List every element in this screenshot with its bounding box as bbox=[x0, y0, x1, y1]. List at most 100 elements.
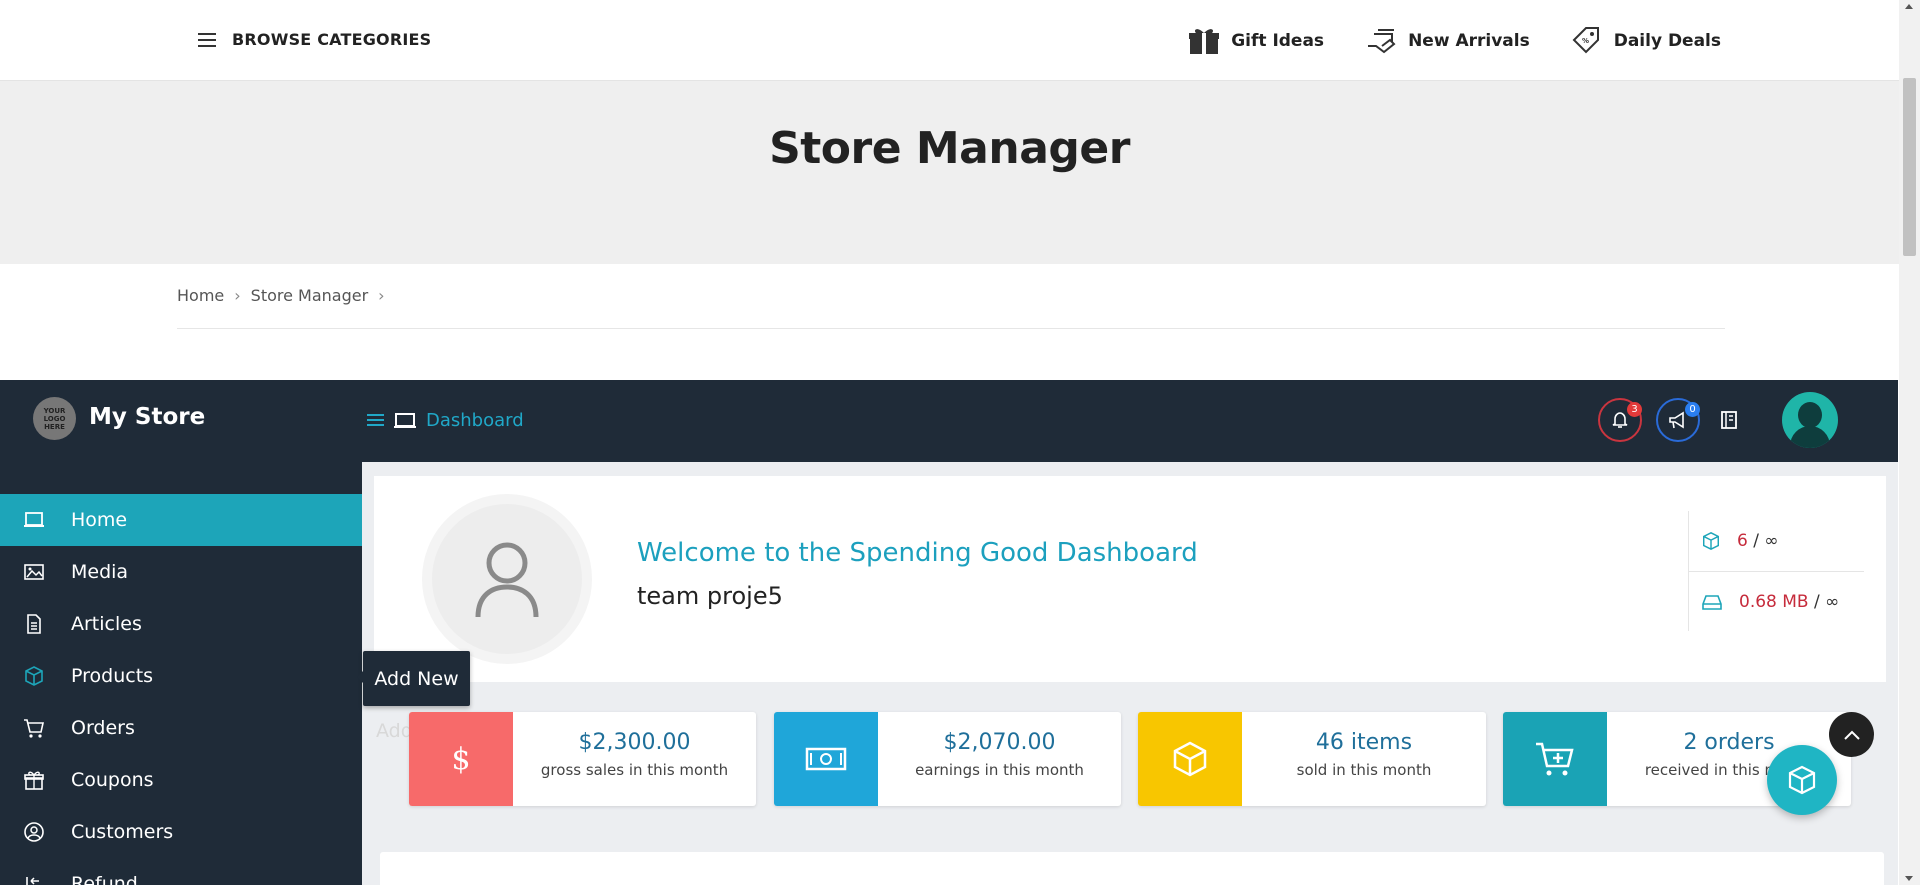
product-quota-row: 6 / ∞ bbox=[1688, 511, 1864, 571]
banknote-icon bbox=[774, 712, 878, 806]
divider bbox=[177, 328, 1725, 329]
stat-label: gross sales in this month bbox=[540, 761, 729, 779]
user-placeholder-icon bbox=[475, 542, 539, 618]
chevron-right-icon: › bbox=[378, 286, 385, 305]
image-icon bbox=[24, 564, 44, 580]
stat-label: sold in this month bbox=[1296, 761, 1432, 779]
sidebar-item-refund[interactable]: Refund bbox=[0, 858, 362, 885]
scroll-up-arrow[interactable] bbox=[1905, 4, 1913, 9]
dashboard-crumb-label[interactable]: Dashboard bbox=[426, 410, 524, 431]
stat-label: earnings in this month bbox=[915, 761, 1084, 779]
sidebar-item-coupons[interactable]: Coupons bbox=[0, 754, 362, 806]
dashboard-header: YOUR LOGO HERE My Store Dashboard 3 0 bbox=[0, 380, 1898, 462]
content-card bbox=[380, 852, 1884, 885]
breadcrumb-home-link[interactable]: Home bbox=[177, 286, 224, 305]
welcome-title: Welcome to the Spending Good Dashboard bbox=[637, 538, 1198, 568]
dollar-icon: $ bbox=[409, 712, 513, 806]
monitor-icon bbox=[24, 512, 44, 527]
stat-card-gross-sales[interactable]: $ $2,300.00 gross sales in this month bbox=[409, 712, 756, 806]
menu-toggle-icon[interactable] bbox=[367, 414, 384, 427]
page-header-band: Store Manager bbox=[0, 81, 1899, 264]
user-avatar[interactable] bbox=[1782, 392, 1838, 448]
cube-icon bbox=[25, 666, 43, 686]
sidebar-item-orders[interactable]: Orders bbox=[0, 702, 362, 754]
sidebar-item-label: Home bbox=[71, 509, 128, 531]
sidebar-item-media[interactable]: Media bbox=[0, 546, 362, 598]
welcome-user: team proje5 bbox=[637, 582, 783, 610]
sidebar-item-label: Products bbox=[71, 665, 154, 687]
sidebar-item-label: Customers bbox=[71, 821, 174, 843]
sidebar-item-label: Refund bbox=[71, 873, 138, 885]
sidebar-item-home[interactable]: Home bbox=[0, 494, 362, 546]
nav-new-arrivals[interactable]: New Arrivals bbox=[1364, 26, 1530, 56]
dashboard-main: Welcome to the Spending Good Dashboard t… bbox=[362, 462, 1898, 885]
cart-icon bbox=[24, 719, 44, 738]
dashboard-breadcrumb: Dashboard bbox=[367, 410, 524, 431]
stat-value: $2,070.00 bbox=[943, 730, 1056, 755]
svg-text:$: $ bbox=[451, 742, 470, 777]
store-logo[interactable]: YOUR LOGO HERE bbox=[33, 397, 76, 440]
page-title: Store Manager bbox=[769, 123, 1130, 174]
knowledgebase-button[interactable] bbox=[1714, 405, 1744, 435]
hamburger-icon bbox=[198, 33, 216, 47]
add-product-fab[interactable] bbox=[1767, 745, 1837, 815]
document-icon bbox=[27, 614, 41, 634]
gift-icon bbox=[24, 771, 44, 790]
top-navigation-bar: BROWSE CATEGORIES Gift Ideas New Arrival… bbox=[0, 0, 1899, 81]
cart-plus-icon bbox=[1503, 712, 1607, 806]
nav-label: New Arrivals bbox=[1408, 31, 1530, 51]
header-actions: 3 0 bbox=[1598, 392, 1838, 448]
monitor-icon bbox=[394, 412, 416, 428]
product-count: 6 bbox=[1737, 531, 1748, 551]
book-icon bbox=[1721, 411, 1737, 429]
welcome-card: Welcome to the Spending Good Dashboard t… bbox=[374, 476, 1886, 682]
chevron-right-icon: › bbox=[234, 286, 241, 305]
add-new-tooltip: Add New bbox=[357, 651, 470, 706]
refund-icon bbox=[26, 877, 39, 885]
stat-card-earnings[interactable]: $2,070.00 earnings in this month bbox=[774, 712, 1121, 806]
stat-value: $2,300.00 bbox=[578, 730, 691, 755]
storage-used: 0.68 MB bbox=[1739, 591, 1809, 612]
stat-card-items-sold[interactable]: 46 items sold in this month bbox=[1138, 712, 1486, 806]
scroll-down-arrow[interactable] bbox=[1905, 876, 1913, 881]
gift-icon bbox=[1189, 29, 1220, 54]
back-to-top-button[interactable] bbox=[1829, 712, 1874, 757]
user-circle-icon bbox=[24, 822, 44, 842]
sidebar-item-label: Orders bbox=[71, 717, 135, 739]
browse-categories-button[interactable]: BROWSE CATEGORIES bbox=[198, 30, 431, 49]
usage-quota: 6 / ∞ 0.68 MB / ∞ bbox=[1688, 511, 1864, 631]
new-arrivals-icon bbox=[1368, 29, 1396, 54]
cube-icon bbox=[1703, 532, 1719, 550]
hard-drive-icon bbox=[1702, 594, 1722, 610]
sidebar-item-articles[interactable]: Articles bbox=[0, 598, 362, 650]
sidebar: Home Media Articles Products Orders Coup… bbox=[0, 462, 362, 885]
svg-text:%: % bbox=[1582, 37, 1589, 45]
breadcrumb: Home › Store Manager › bbox=[177, 286, 385, 305]
chevron-up-icon bbox=[1843, 730, 1860, 740]
page-scrollbar[interactable] bbox=[1899, 0, 1920, 885]
storage-quota-row: 0.68 MB / ∞ bbox=[1688, 571, 1864, 631]
profile-picture[interactable] bbox=[422, 494, 592, 664]
separator: / bbox=[1814, 591, 1820, 612]
nav-gift-ideas[interactable]: Gift Ideas bbox=[1187, 26, 1324, 56]
scroll-thumb[interactable] bbox=[1903, 78, 1916, 256]
nav-daily-deals[interactable]: % Daily Deals bbox=[1570, 26, 1721, 56]
notifications-count-badge: 3 bbox=[1627, 402, 1642, 417]
cube-icon bbox=[1788, 765, 1816, 795]
breadcrumb-store-manager-link[interactable]: Store Manager bbox=[251, 286, 369, 305]
sidebar-item-label: Articles bbox=[71, 613, 142, 635]
store-name[interactable]: My Store bbox=[89, 404, 205, 430]
announcements-count-badge: 0 bbox=[1685, 402, 1700, 417]
sidebar-item-customers[interactable]: Customers bbox=[0, 806, 362, 858]
product-limit: ∞ bbox=[1764, 531, 1779, 551]
cube-icon bbox=[1138, 712, 1242, 806]
separator: / bbox=[1753, 531, 1759, 551]
stat-value: 46 items bbox=[1315, 730, 1413, 755]
sidebar-item-products[interactable]: Products bbox=[0, 650, 362, 702]
storage-limit: ∞ bbox=[1825, 591, 1840, 612]
sidebar-item-label: Media bbox=[71, 561, 129, 583]
price-tag-icon: % bbox=[1572, 27, 1599, 54]
notifications-button[interactable]: 3 bbox=[1598, 398, 1642, 442]
sidebar-item-label: Coupons bbox=[71, 769, 154, 791]
announcements-button[interactable]: 0 bbox=[1656, 398, 1700, 442]
